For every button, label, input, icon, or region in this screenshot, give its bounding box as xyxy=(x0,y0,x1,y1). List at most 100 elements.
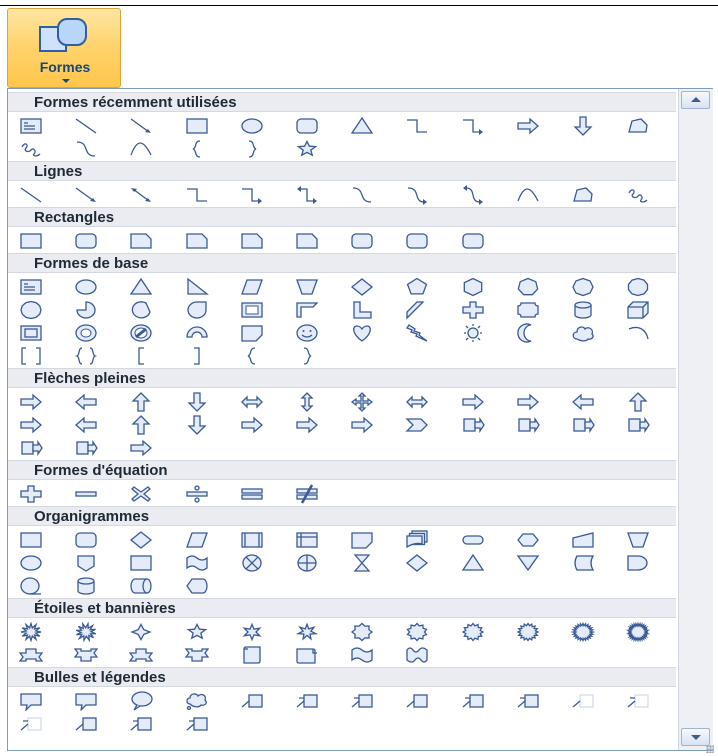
shape-line-callout-3-accent-button[interactable] xyxy=(513,689,543,713)
shape-left-right-arrow-button[interactable] xyxy=(237,390,267,414)
shape-snip-same-side-button[interactable] xyxy=(182,229,212,253)
shape-vertical-scroll-button[interactable] xyxy=(237,643,267,667)
shape-right-brace-button[interactable] xyxy=(237,137,267,161)
shape-cloud-button[interactable] xyxy=(568,321,598,345)
shape-left-right-arrow-callout-button[interactable] xyxy=(16,436,46,460)
shape-elbow-connector-button[interactable] xyxy=(402,114,432,138)
shape-up-down-arrow-button[interactable] xyxy=(292,390,322,414)
shape-off-page-connector-button[interactable] xyxy=(71,551,101,575)
shape-or-button[interactable] xyxy=(292,551,322,575)
shape-line-button[interactable] xyxy=(71,114,101,138)
shape-not-equal-button[interactable] xyxy=(292,482,322,506)
shape-direct-access-storage-button[interactable] xyxy=(126,574,156,598)
shape-curved-up-arrow-button[interactable] xyxy=(126,413,156,437)
shape-rectangular-callout-button[interactable] xyxy=(16,689,46,713)
vertical-scrollbar[interactable] xyxy=(678,89,713,750)
shape-arc-button[interactable] xyxy=(623,321,653,345)
shape-line-callout-3-no-border-button[interactable] xyxy=(16,712,46,736)
shape-wave-button[interactable] xyxy=(347,643,377,667)
shape-star-6-button[interactable] xyxy=(237,620,267,644)
shape-striped-right-arrow-button[interactable] xyxy=(237,413,267,437)
shape-moon-button[interactable] xyxy=(513,321,543,345)
shape-multiply-button[interactable] xyxy=(126,482,156,506)
shape-sort-button[interactable] xyxy=(402,551,432,575)
shape-line-callout-3-border-accent-button[interactable] xyxy=(182,712,212,736)
shape-pie-button[interactable] xyxy=(71,298,101,322)
shape-octagon-button[interactable] xyxy=(568,275,598,299)
shape-summing-junction-button[interactable] xyxy=(237,551,267,575)
resize-grip[interactable] xyxy=(706,745,714,753)
shape-rounded-rectangle-button[interactable] xyxy=(71,229,101,253)
shape-down-arrow-button[interactable] xyxy=(182,390,212,414)
shape-line-callout-1-button[interactable] xyxy=(237,689,267,713)
shape-oval-button[interactable] xyxy=(237,114,267,138)
shape-left-arrow-callout-button[interactable] xyxy=(568,413,598,437)
shape-left-brace-button[interactable] xyxy=(182,137,212,161)
shape-curved-connector-button[interactable] xyxy=(71,137,101,161)
shape-scribble-button[interactable] xyxy=(16,137,46,161)
shape-dodecagon-button[interactable] xyxy=(16,298,46,322)
shape-connector-button[interactable] xyxy=(16,551,46,575)
shape-explosion-2-button[interactable] xyxy=(71,620,101,644)
shape-extract-button[interactable] xyxy=(458,551,488,575)
shape-elbow-arrow-connector-button[interactable] xyxy=(237,183,267,207)
shape-curve-button[interactable] xyxy=(126,137,156,161)
shape-manual-operation-button[interactable] xyxy=(623,528,653,552)
shape-curved-down-arrow-button[interactable] xyxy=(182,413,212,437)
shape-preparation-button[interactable] xyxy=(513,528,543,552)
shape-trapezoid-button[interactable] xyxy=(292,275,322,299)
shape-u-turn-arrow-button[interactable] xyxy=(513,390,543,414)
shape-circular-arrow-button[interactable] xyxy=(126,436,156,460)
shape-multidocument-button[interactable] xyxy=(402,528,432,552)
shape-curve-button[interactable] xyxy=(513,183,543,207)
shape-text-box-button[interactable] xyxy=(16,275,46,299)
shape-terminator-button[interactable] xyxy=(458,528,488,552)
shape-left-arrow-button[interactable] xyxy=(71,390,101,414)
shape-curved-double-arrow-connector-button[interactable] xyxy=(458,183,488,207)
shape-round-same-side-button[interactable] xyxy=(402,229,432,253)
shape-bent-arrow-button[interactable] xyxy=(458,390,488,414)
shape-heptagon-button[interactable] xyxy=(513,275,543,299)
shape-alternate-process-button[interactable] xyxy=(71,528,101,552)
shape-star-8-button[interactable] xyxy=(347,620,377,644)
shape-double-brace-button[interactable] xyxy=(71,344,101,368)
shape-diagonal-stripe-button[interactable] xyxy=(402,298,432,322)
shape-lightning-bolt-button[interactable] xyxy=(402,321,432,345)
shape-right-arrow-button[interactable] xyxy=(16,390,46,414)
shape-magnetic-disk-button[interactable] xyxy=(71,574,101,598)
shape-up-ribbon-button[interactable] xyxy=(16,643,46,667)
shape-process-button[interactable] xyxy=(16,528,46,552)
shape-diamond-button[interactable] xyxy=(347,275,377,299)
shape-arrow-line-button[interactable] xyxy=(126,114,156,138)
shape-round-diagonal-button[interactable] xyxy=(458,229,488,253)
shape-right-bracket-button[interactable] xyxy=(182,344,212,368)
shape-collate-button[interactable] xyxy=(347,551,377,575)
shape-elbow-double-arrow-connector-button[interactable] xyxy=(292,183,322,207)
shape-can-button[interactable] xyxy=(568,298,598,322)
shape-no-symbol-button[interactable] xyxy=(126,321,156,345)
shape-cloud-callout-button[interactable] xyxy=(182,689,212,713)
shape-right-arrow-button[interactable] xyxy=(513,114,543,138)
shape-rounded-rectangular-callout-button[interactable] xyxy=(71,689,101,713)
shape-card-button[interactable] xyxy=(126,551,156,575)
shape-heart-button[interactable] xyxy=(347,321,377,345)
shape-punched-tape-button[interactable] xyxy=(182,551,212,575)
shape-decagon-button[interactable] xyxy=(623,275,653,299)
shape-scribble-button[interactable] xyxy=(623,183,653,207)
shape-chord-button[interactable] xyxy=(126,298,156,322)
shape-minus-button[interactable] xyxy=(71,482,101,506)
shape-equal-button[interactable] xyxy=(237,482,267,506)
shape-left-brace-button[interactable] xyxy=(237,344,267,368)
shape-right-arrow-callout-button[interactable] xyxy=(458,413,488,437)
shape-line-button[interactable] xyxy=(16,183,46,207)
shape-plaque-button[interactable] xyxy=(513,298,543,322)
shape-round-single-corner-button[interactable] xyxy=(347,229,377,253)
shape-notched-right-arrow-button[interactable] xyxy=(292,413,322,437)
shape-pentagon-button[interactable] xyxy=(402,275,432,299)
shape-down-arrow-callout-button[interactable] xyxy=(513,413,543,437)
shape-plus-button[interactable] xyxy=(16,482,46,506)
shape-explosion-1-button[interactable] xyxy=(16,620,46,644)
shapes-ribbon-button[interactable]: Formes xyxy=(7,8,121,88)
shape-star-12-button[interactable] xyxy=(458,620,488,644)
shape-teardrop-button[interactable] xyxy=(182,298,212,322)
